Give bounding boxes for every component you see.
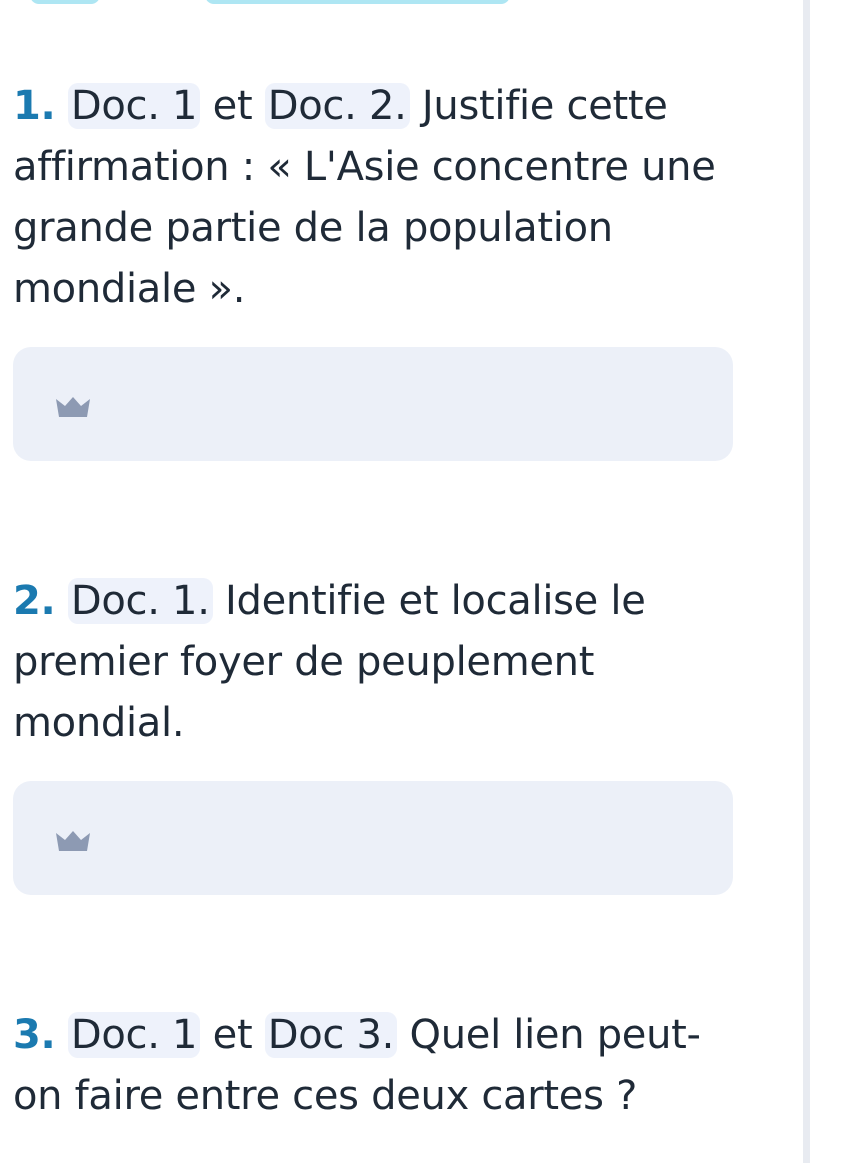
answer-box-1[interactable]	[13, 347, 733, 461]
question-number: 2.	[13, 578, 56, 624]
question-2: 2. Doc. 1. Identifie et localise le prem…	[13, 571, 733, 754]
doc-reference[interactable]: Doc. 2.	[264, 83, 410, 129]
doc-reference[interactable]: Doc. 1	[67, 83, 201, 129]
scrollbar-track[interactable]	[803, 0, 810, 1163]
doc-reference[interactable]: Doc. 1	[67, 1012, 201, 1058]
question-text: et	[200, 1012, 265, 1058]
question-3: 3. Doc. 1 et Doc 3. Quel lien peut-on fa…	[13, 1005, 733, 1127]
answer-box-2[interactable]	[13, 781, 733, 895]
question-number: 1.	[13, 83, 56, 129]
top-decoration-left	[30, 0, 100, 4]
exercise-content: 1. Doc. 1 et Doc. 2. Justifie cette affi…	[13, 76, 733, 1127]
crown-icon	[56, 397, 90, 417]
question-number: 3.	[13, 1012, 56, 1058]
question-1: 1. Doc. 1 et Doc. 2. Justifie cette affi…	[13, 76, 733, 320]
top-decoration-right	[205, 0, 510, 4]
question-text: et	[200, 83, 265, 129]
crown-icon	[56, 831, 90, 851]
doc-reference[interactable]: Doc. 1.	[67, 578, 213, 624]
doc-reference[interactable]: Doc 3.	[264, 1012, 398, 1058]
